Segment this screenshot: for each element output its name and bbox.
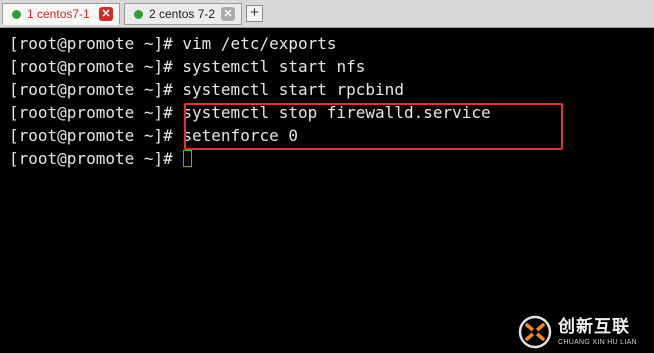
watermark-en: CHUANG XIN HU LIAN [558,338,637,346]
close-icon[interactable]: ✕ [99,7,113,21]
tab-label: 2 centos 7-2 [149,7,216,21]
prompt-text: [root@promote ~]# [9,149,183,168]
brand-logo-icon [518,315,552,349]
status-dot-icon [134,9,143,19]
add-tab-button[interactable]: + [246,5,263,22]
tab-label: 1 centos7-1 [27,7,90,21]
terminal-line: [root@promote ~]# systemctl start rpcbin… [9,80,404,99]
cursor-icon [183,150,193,167]
terminal-line: [root@promote ~]# vim /etc/exports [9,34,337,53]
terminal-line: [root@promote ~]# systemctl start nfs [9,57,366,76]
close-icon[interactable]: ✕ [221,7,235,21]
tab-bar: 1 centos7-1 ✕ 2 centos 7-2 ✕ + [0,0,654,28]
tab-centos7-2[interactable]: 2 centos 7-2 ✕ [124,3,242,25]
watermark: 创新互联 CHUANG XIN HU LIAN [518,311,652,353]
status-dot-icon [12,9,21,19]
watermark-text: 创新互联 CHUANG XIN HU LIAN [558,316,637,346]
annotation-highlight-box [184,103,563,150]
terminal-prompt-line[interactable]: [root@promote ~]# [9,148,193,170]
tab-centos7-1[interactable]: 1 centos7-1 ✕ [2,3,120,25]
watermark-cn: 创新互联 [558,316,630,337]
terminal[interactable]: [root@promote ~]# vim /etc/exports [root… [0,28,654,349]
